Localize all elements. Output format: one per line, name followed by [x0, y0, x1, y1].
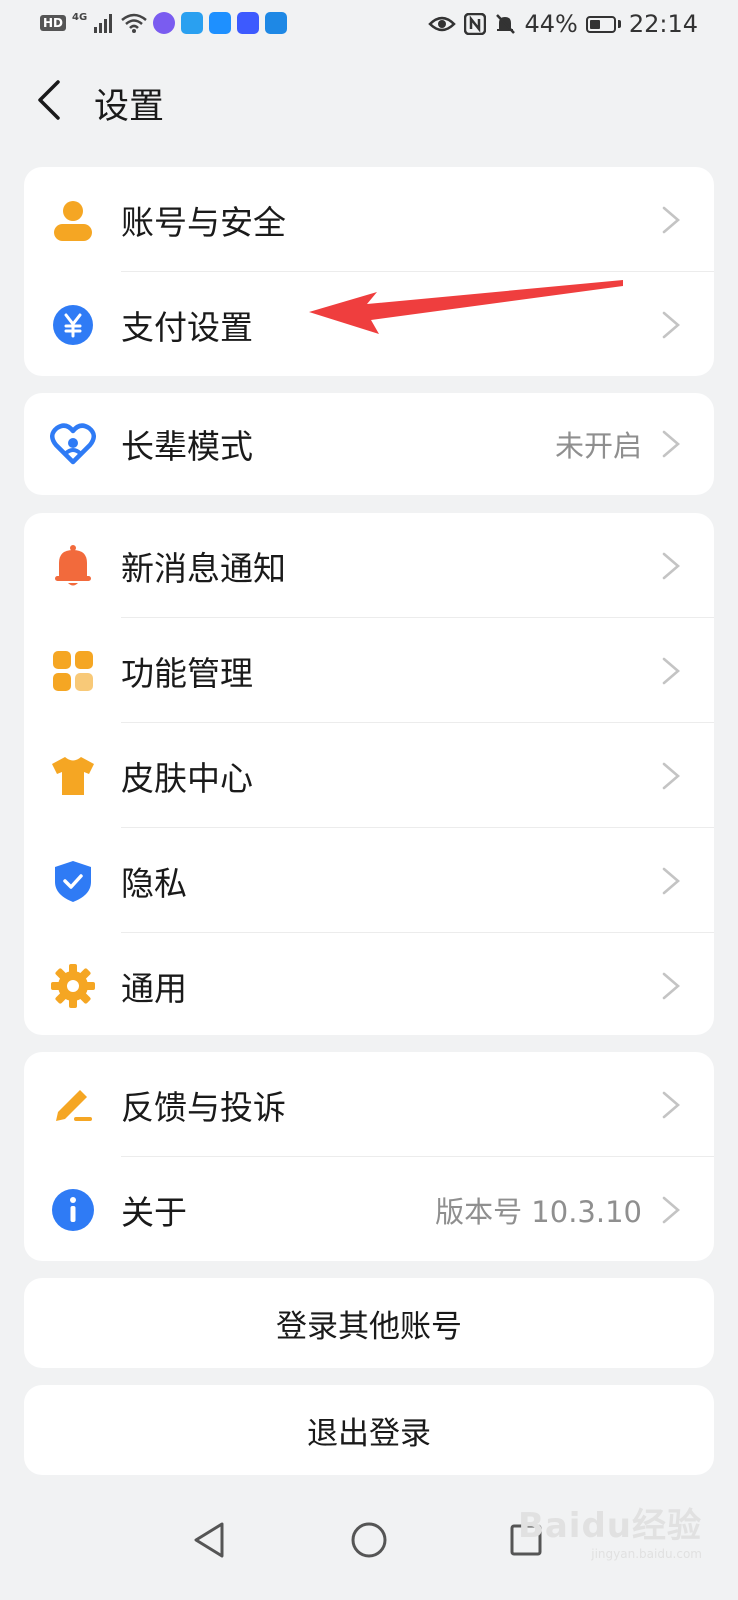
status-right-icons: 44% 22:14	[428, 10, 698, 38]
back-button[interactable]	[26, 76, 74, 124]
chevron-right-icon	[662, 311, 680, 339]
search-app-icon	[209, 12, 232, 34]
notification-item[interactable]: 新消息通知	[24, 513, 714, 618]
chevron-right-icon	[662, 1196, 680, 1224]
item-label: 皮肤中心	[121, 758, 253, 798]
item-label: 功能管理	[121, 653, 253, 693]
chevron-right-icon	[662, 762, 680, 790]
wifi-icon	[121, 13, 147, 33]
chevron-right-icon	[662, 430, 680, 458]
battery-percent: 44%	[524, 10, 578, 38]
status-bar: HD 4G 44% 22:14	[0, 0, 738, 50]
support-card: 反馈与投诉 关于 版本号 10.3.10	[24, 1052, 714, 1261]
nfc-icon	[464, 13, 487, 35]
weather-app-icon	[181, 12, 204, 34]
back-arrow-icon	[38, 80, 60, 120]
elder-mode-card: 长辈模式 未开启	[24, 393, 714, 495]
item-label: 关于	[121, 1192, 187, 1232]
item-label: 新消息通知	[121, 548, 286, 588]
circle-home-icon	[351, 1522, 387, 1558]
chevron-right-icon	[662, 552, 680, 580]
item-label: 账号与安全	[121, 202, 286, 242]
feedback-item[interactable]: 反馈与投诉	[24, 1052, 714, 1157]
baidu-watermark: Baidu经验 jingyan.baidu.com	[518, 1498, 702, 1561]
chevron-right-icon	[662, 867, 680, 895]
shield-icon	[50, 858, 96, 904]
skin-center-item[interactable]: 皮肤中心	[24, 723, 714, 828]
clock: 22:14	[628, 10, 698, 38]
music-app-icon	[153, 12, 176, 34]
app-header: 设置	[0, 60, 738, 144]
feature-management-item[interactable]: 功能管理	[24, 618, 714, 723]
network-type: 4G	[72, 11, 88, 23]
chevron-right-icon	[662, 206, 680, 234]
item-label: 长辈模式	[121, 427, 253, 466]
robot-app-icon	[237, 12, 260, 34]
page-title: 设置	[94, 87, 165, 127]
version-text: 版本号 10.3.10	[435, 1194, 642, 1229]
item-label: 通用	[121, 968, 187, 1008]
watermark-brand: Baidu经验	[517, 1506, 702, 1546]
grid-icon	[50, 648, 96, 694]
account-security-item[interactable]: 账号与安全	[24, 167, 714, 272]
nav-home-button[interactable]	[339, 1510, 399, 1570]
privacy-item[interactable]: 隐私	[24, 828, 714, 933]
general-item[interactable]: 通用	[24, 933, 714, 1035]
shirt-icon	[50, 753, 96, 799]
mute-bell-icon	[496, 14, 516, 34]
user-icon	[50, 197, 96, 243]
login-other-account-button[interactable]: 登录其他账号	[24, 1278, 714, 1368]
watermark-url: jingyan.baidu.com	[591, 1547, 702, 1561]
item-label: 隐私	[121, 863, 187, 903]
heart-icon	[50, 421, 96, 467]
item-label: 支付设置	[121, 307, 253, 347]
preferences-card: 新消息通知 功能管理 皮肤中心 隐私 通用	[24, 513, 714, 1035]
bell-icon	[50, 543, 96, 589]
info-icon	[50, 1187, 96, 1233]
triangle-back-icon	[194, 1522, 224, 1558]
chevron-right-icon	[662, 1091, 680, 1119]
payment-settings-item[interactable]: 支付设置	[24, 272, 714, 376]
item-label: 反馈与投诉	[121, 1087, 286, 1127]
elder-mode-item[interactable]: 长辈模式 未开启	[24, 393, 714, 495]
account-group-card: 账号与安全 支付设置	[24, 167, 714, 376]
elder-mode-status: 未开启	[554, 429, 642, 463]
signal-icon	[94, 14, 113, 33]
hd-badge: HD	[40, 15, 67, 31]
chevron-right-icon	[662, 657, 680, 685]
send-app-icon	[265, 12, 288, 34]
nav-back-button[interactable]	[180, 1510, 240, 1570]
edit-icon	[50, 1082, 96, 1128]
status-left-icons: HD 4G	[40, 11, 288, 34]
about-item[interactable]: 关于 版本号 10.3.10	[24, 1157, 714, 1261]
gear-icon	[50, 963, 96, 1009]
battery-icon	[585, 15, 621, 33]
chevron-right-icon	[662, 972, 680, 1000]
logout-button[interactable]: 退出登录	[24, 1385, 714, 1475]
eye-icon	[428, 16, 457, 32]
yuan-icon	[50, 302, 96, 348]
